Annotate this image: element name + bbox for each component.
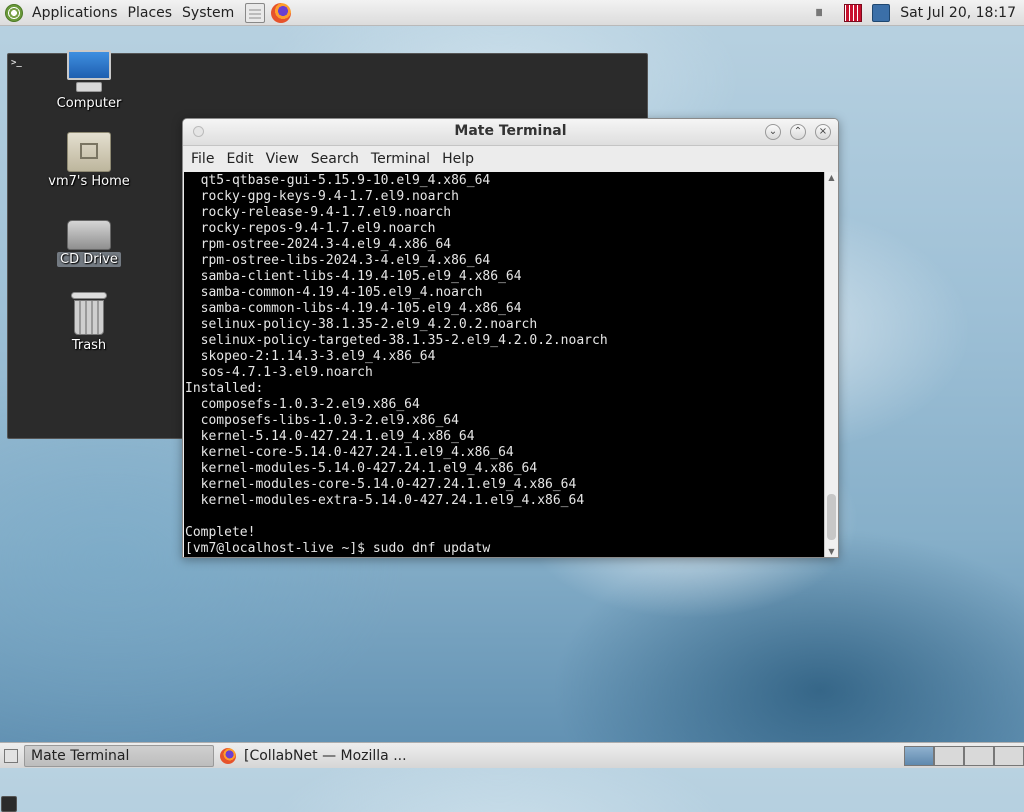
menu-edit[interactable]: Edit: [220, 151, 259, 167]
workspace-1[interactable]: [904, 745, 934, 766]
terminal-line: selinux-policy-38.1.35-2.el9_4.2.0.2.noa…: [185, 317, 538, 332]
menu-places[interactable]: Places: [123, 5, 178, 21]
firefox-icon[interactable]: [271, 2, 292, 23]
terminal-line: kernel-modules-extra-5.14.0-427.24.1.el9…: [185, 493, 585, 508]
desktop-icon-cd-drive[interactable]: CD Drive: [44, 220, 134, 267]
desktop-icon-home[interactable]: vm7's Home: [44, 132, 134, 189]
terminal-line: samba-client-libs-4.19.4-105.el9_4.x86_6…: [185, 269, 522, 284]
desktop-icon-trash[interactable]: Trash: [44, 292, 134, 353]
terminal-line: samba-common-libs-4.19.4-105.el9_4.x86_6…: [185, 301, 522, 316]
scroll-down-icon[interactable]: ▼: [825, 546, 838, 557]
workspace-3[interactable]: [964, 745, 994, 766]
menu-system[interactable]: System: [177, 5, 239, 21]
window-titlebar[interactable]: Mate Terminal ⌄ ⌃ ×: [183, 119, 838, 146]
terminal-line: selinux-policy-targeted-38.1.35-2.el9_4.…: [185, 333, 608, 348]
mate-logo-icon[interactable]: [5, 3, 23, 22]
firefox-icon: [220, 747, 236, 764]
desktop-icon-label: vm7's Home: [48, 174, 130, 189]
terminal-line: qt5-qtbase-gui-5.15.9-10.el9_4.x86_64: [185, 173, 491, 188]
network-icon[interactable]: [844, 3, 863, 22]
terminal-line: kernel-core-5.14.0-427.24.1.el9_4.x86_64: [185, 445, 514, 460]
system-tray: Sat Jul 20, 18:17: [806, 3, 1024, 22]
workspace-2[interactable]: [934, 745, 964, 766]
window-title: Mate Terminal: [454, 123, 567, 139]
menu-search[interactable]: Search: [305, 151, 365, 167]
home-folder-icon: [67, 132, 111, 172]
terminal-icon: [1, 796, 17, 812]
terminal-line: kernel-modules-5.14.0-427.24.1.el9_4.x86…: [185, 461, 538, 476]
desktop-icon-label: Computer: [56, 96, 122, 111]
menu-applications[interactable]: Applications: [27, 5, 123, 21]
terminal-line: rocky-gpg-keys-9.4-1.7.el9.noarch: [185, 189, 459, 204]
bottom-panel: Mate Terminal [CollabNet — Mozilla ...: [0, 742, 1024, 812]
scroll-up-icon[interactable]: ▲: [825, 172, 838, 184]
terminal-line: Installed:: [185, 381, 264, 396]
taskbar-item-label: Mate Terminal: [31, 747, 130, 764]
taskbar-item-firefox[interactable]: [CollabNet — Mozilla ...: [214, 745, 474, 767]
window-menubar: File Edit View Search Terminal Help: [183, 146, 838, 172]
scrollbar-thumb[interactable]: [827, 494, 836, 540]
desktop-icon-computer[interactable]: Computer: [44, 50, 134, 111]
terminal-line: kernel-modules-core-5.14.0-427.24.1.el9_…: [185, 477, 577, 492]
clock[interactable]: Sat Jul 20, 18:17: [900, 5, 1016, 21]
terminal-scrollbar[interactable]: ▲ ▼: [824, 172, 838, 557]
top-panel: Applications Places System >_ Sat Jul 20…: [0, 0, 1024, 439]
volume-icon[interactable]: [816, 3, 831, 22]
terminal-line: rpm-ostree-2024.3-4.el9_4.x86_64: [185, 237, 452, 252]
terminal-output[interactable]: qt5-qtbase-gui-5.15.9-10.el9_4.x86_64 ro…: [184, 172, 825, 557]
terminal-line: sos-4.7.1-3.el9.noarch: [185, 365, 373, 380]
cd-drive-icon: [67, 220, 111, 250]
terminal-line: rocky-repos-9.4-1.7.el9.noarch: [185, 221, 436, 236]
terminal-line: rocky-release-9.4-1.7.el9.noarch: [185, 205, 452, 220]
maximize-button[interactable]: ⌃: [790, 124, 806, 140]
computer-icon: [66, 50, 112, 94]
desktop-icon-label: CD Drive: [57, 252, 121, 267]
taskbar-item-terminal[interactable]: Mate Terminal: [1, 744, 214, 812]
workspace-switcher: [904, 745, 1024, 766]
terminal-line: samba-common-4.19.4-105.el9_4.noarch: [185, 285, 483, 300]
minimize-button[interactable]: ⌄: [765, 124, 781, 140]
file-manager-icon[interactable]: [245, 2, 266, 23]
desktop-icon-label: Trash: [71, 338, 107, 353]
terminal-line: composefs-1.0.3-2.el9.x86_64: [185, 397, 420, 412]
terminal-line: skopeo-2:1.14.3-3.el9_4.x86_64: [185, 349, 436, 364]
close-button[interactable]: ×: [815, 124, 831, 140]
menu-terminal[interactable]: Terminal: [365, 151, 436, 167]
terminal-prompt: [vm7@localhost-live ~]$ sudo dnf updatw: [185, 541, 491, 556]
trash-icon: [71, 292, 107, 336]
terminal-window: Mate Terminal ⌄ ⌃ × File Edit View Searc…: [182, 118, 839, 558]
taskbar-item-label: [CollabNet — Mozilla ...: [244, 747, 407, 764]
menu-view[interactable]: View: [260, 151, 305, 167]
terminal-line: composefs-libs-1.0.3-2.el9.x86_64: [185, 413, 459, 428]
menu-help[interactable]: Help: [436, 151, 480, 167]
terminal-line: kernel-5.14.0-427.24.1.el9_4.x86_64: [185, 429, 475, 444]
terminal-line: rpm-ostree-libs-2024.3-4.el9_4.x86_64: [185, 253, 491, 268]
menu-file[interactable]: File: [185, 151, 220, 167]
terminal-line: Complete!: [185, 525, 256, 540]
workspace-4[interactable]: [994, 745, 1024, 766]
show-desktop-button[interactable]: [4, 748, 18, 763]
display-icon[interactable]: [872, 3, 891, 22]
